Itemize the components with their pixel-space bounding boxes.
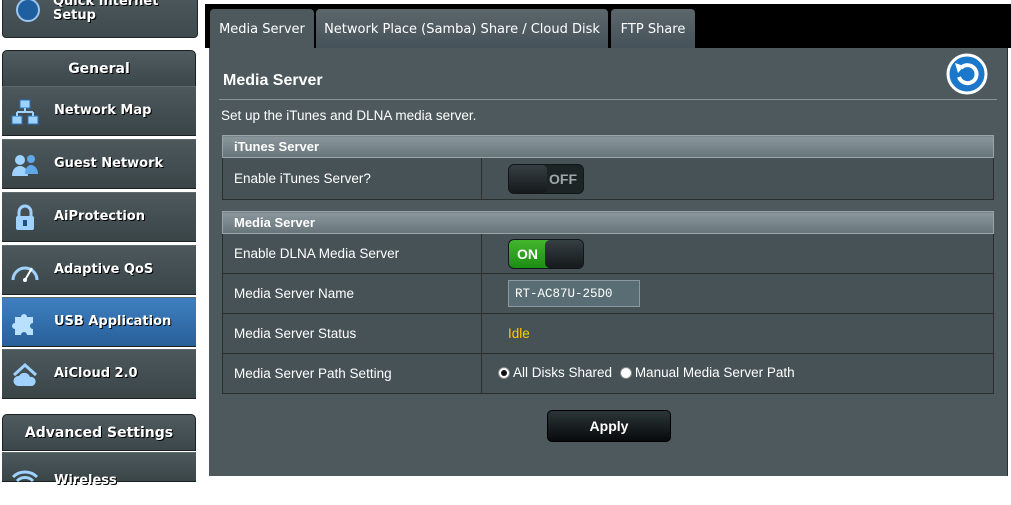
sidebar-item-label: USB Application (54, 314, 172, 329)
toggle-state-text: ON (517, 245, 538, 262)
puzzle-icon (12, 314, 33, 335)
general-section-header: General (2, 50, 196, 87)
path-setting-label: Media Server Path Setting (222, 353, 482, 394)
cloud-home-icon (12, 362, 38, 386)
radio-unchecked-icon[interactable] (619, 366, 632, 379)
media-section-header: Media Server (222, 211, 994, 234)
sidebar-item-usb-application[interactable]: USB Application (2, 297, 196, 347)
sidebar-item-aiprotection[interactable]: AiProtection (2, 192, 196, 242)
sidebar-item-guest-network[interactable]: Guest Network (2, 139, 196, 189)
speedometer-icon (11, 266, 39, 282)
main-panel: Media Server Set up the iTunes and DLNA … (209, 48, 1008, 476)
sidebar-item-adaptive-qos[interactable]: Adaptive QoS (2, 245, 196, 295)
sidebar-item-label: Wireless (54, 473, 117, 488)
sidebar-item-label: AiCloud 2.0 (54, 366, 138, 381)
path-option-all[interactable]: All Disks Shared (498, 365, 612, 380)
sidebar-menu: Quick Internet Setup General Network Map… (0, 0, 198, 488)
tab-samba-share[interactable]: Network Place (Samba) Share / Cloud Disk (316, 9, 608, 48)
page-description: Set up the iTunes and DLNA media server. (221, 108, 477, 123)
tab-ftp-share[interactable]: FTP Share (611, 9, 695, 48)
sidebar-item-label: Network Map (54, 103, 152, 118)
dlna-toggle[interactable]: ON (508, 238, 584, 269)
itunes-section-header: iTunes Server (222, 135, 994, 158)
path-option-all-label: All Disks Shared (513, 365, 613, 381)
wand-icon (16, 0, 40, 22)
tab-bar: Media Server Network Place (Samba) Share… (205, 0, 1011, 48)
sidebar-item-aicloud[interactable]: AiCloud 2.0 (2, 349, 196, 399)
quick-setup-label-line2: Setup (53, 8, 96, 23)
media-server-table: Media Server Enable DLNA Media Server ON… (222, 211, 994, 394)
lock-icon (16, 204, 34, 230)
title-divider (219, 99, 997, 100)
path-option-manual[interactable]: Manual Media Server Path (619, 365, 795, 381)
guest-network-icon (12, 155, 38, 176)
itunes-server-table: iTunes Server Enable iTunes Server? OFF (222, 135, 994, 200)
sidebar-item-label: Adaptive QoS (54, 262, 154, 277)
enable-dlna-label: Enable DLNA Media Server (222, 233, 482, 274)
quick-internet-setup-item[interactable]: Quick Internet Setup (2, 0, 198, 38)
toggle-state-text: OFF (549, 170, 577, 187)
radio-checked-icon[interactable] (498, 366, 510, 379)
path-option-manual-label: Manual Media Server Path (634, 365, 795, 381)
apply-button[interactable]: Apply (547, 410, 671, 442)
enable-itunes-label: Enable iTunes Server? (222, 157, 482, 200)
back-icon[interactable] (946, 53, 988, 95)
sidebar-item-label: Guest Network (54, 156, 164, 171)
itunes-toggle[interactable]: OFF (508, 163, 584, 194)
quick-setup-label-line1: Quick Internet (53, 0, 159, 9)
page-title: Media Server (223, 72, 323, 89)
sidebar-item-wireless[interactable]: Wireless (2, 452, 196, 488)
network-map-icon (11, 99, 39, 125)
server-status-value: Idle (508, 326, 530, 341)
advanced-settings-header: Advanced Settings (2, 414, 196, 451)
wifi-icon (11, 470, 39, 483)
server-status-label: Media Server Status (222, 313, 482, 354)
sidebar-item-network-map[interactable]: Network Map (2, 86, 196, 136)
tab-media-server[interactable]: Media Server (210, 9, 314, 48)
server-name-input[interactable] (508, 280, 640, 307)
server-name-label: Media Server Name (222, 273, 482, 314)
sidebar-item-label: AiProtection (54, 209, 145, 224)
